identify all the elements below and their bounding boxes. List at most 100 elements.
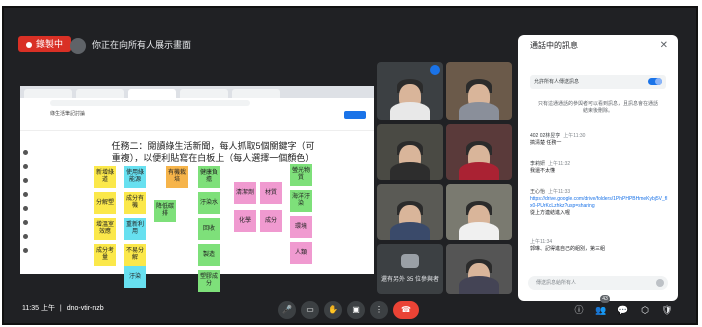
- message-text: 搞清楚 任務一: [530, 140, 562, 146]
- browser-tabs: [20, 86, 374, 98]
- doc-toolbar: [20, 122, 374, 131]
- browser-tab[interactable]: [76, 89, 124, 98]
- close-icon[interactable]: ✕: [660, 41, 668, 51]
- sticky-note[interactable]: 人類: [290, 242, 312, 264]
- chat-message: 李莉妍 上午11:32 我還不太懂: [530, 161, 668, 175]
- sticky-note[interactable]: 汙染水: [198, 192, 220, 214]
- sticky-note[interactable]: 降低碳排: [154, 200, 176, 222]
- end-call-button[interactable]: ☎: [393, 301, 419, 319]
- sticky-note[interactable]: 螢光物質: [290, 164, 312, 186]
- mic-button[interactable]: 🎤: [278, 301, 296, 319]
- participant-tile[interactable]: [377, 184, 443, 240]
- speaking-icon: [430, 65, 440, 75]
- presenting-label: 你正在向所有人展示畫面: [92, 40, 192, 50]
- sender-name: 402 02林昱亨: [530, 133, 561, 139]
- recording-label: 錄製中: [36, 39, 64, 49]
- message-time: 上午11:34: [530, 239, 553, 245]
- meet-window: 錄製中 你正在向所有人展示畫面 綠生活筆記討論 任務二：閱讀綠生活新聞，每人抓取…: [2, 6, 698, 325]
- laser-icon[interactable]: [23, 248, 28, 253]
- browser-tab[interactable]: [128, 89, 176, 98]
- sticky-note[interactable]: 重新利用: [124, 218, 146, 240]
- meeting-code: dno-vtir-nzb: [66, 305, 104, 312]
- sticky-note[interactable]: 健康負擔: [198, 166, 220, 188]
- more-participants-tile[interactable]: 還有另外 35 位參與者: [377, 244, 443, 294]
- sticky-note[interactable]: 材質: [260, 182, 282, 204]
- sticky-note[interactable]: 製造: [198, 244, 220, 266]
- participant-body: [459, 222, 499, 240]
- present-icon: ▣: [352, 305, 360, 314]
- participant-body: [390, 222, 430, 240]
- browser-tab[interactable]: [232, 89, 280, 98]
- people-button[interactable]: 👥: [594, 303, 608, 317]
- sticky-note-icon[interactable]: [23, 192, 28, 197]
- task-heading: 任務二：閱讀綠生活新聞，每人抓取5個關鍵字（可重複），以便利貼寫在白板上（每人選…: [111, 141, 315, 163]
- participant-tile[interactable]: [446, 184, 512, 240]
- message-time: 上午11:33: [548, 189, 571, 195]
- more-options-button[interactable]: ⋮: [370, 301, 388, 319]
- browser-tab[interactable]: [180, 89, 228, 98]
- host-controls-button[interactable]: 🛡: [660, 303, 674, 317]
- image-icon[interactable]: [23, 206, 28, 211]
- camera-button[interactable]: ▭: [301, 301, 319, 319]
- url-field[interactable]: [50, 100, 250, 106]
- sticky-note[interactable]: 分解塑: [94, 192, 116, 214]
- pen-icon[interactable]: [23, 150, 28, 155]
- sticky-note[interactable]: 新增綠道: [94, 166, 116, 188]
- sticky-note[interactable]: 增溫室效應: [94, 218, 116, 240]
- recording-badge[interactable]: 錄製中: [18, 36, 72, 52]
- message-link[interactable]: https://drive.google.com/drive/folders/1…: [530, 196, 668, 209]
- participant-body: [390, 102, 430, 120]
- sticky-note[interactable]: 環境: [290, 216, 312, 238]
- meeting-time: 11:35 上午: [22, 305, 55, 312]
- participant-tile[interactable]: [377, 124, 443, 180]
- presenting-banner: 你正在向所有人展示畫面: [70, 36, 191, 54]
- sticky-note[interactable]: 使用綠能源: [124, 166, 146, 188]
- participant-tile[interactable]: [446, 124, 512, 180]
- send-icon[interactable]: [656, 279, 664, 287]
- people-count-badge: 43: [600, 295, 610, 303]
- avatar: [70, 37, 86, 54]
- sticky-note[interactable]: 回收: [198, 218, 220, 240]
- text-icon[interactable]: [23, 234, 28, 239]
- participant-tile[interactable]: [446, 244, 512, 294]
- chat-input[interactable]: 傳送訊息給所有人: [528, 276, 668, 290]
- shared-screen: 綠生活筆記討論 任務二：閱讀綠生活新聞，每人抓取5個關鍵字（可重複），以便利貼寫…: [20, 86, 374, 292]
- chat-message: 402 02林昱亨 上午11:30 搞清楚 任務一: [530, 133, 668, 147]
- sticky-note[interactable]: 清潔劑: [234, 182, 256, 204]
- chat-panel: 通話中的訊息 ✕ 允許所有人傳送訊息 只有這通通話的參與者可以看到訊息，且訊息會…: [518, 35, 678, 301]
- mic-icon: 🎤: [282, 305, 292, 314]
- whiteboard-tools: [22, 150, 30, 260]
- select-icon[interactable]: [23, 178, 28, 183]
- message-text: 我還不太懂: [530, 168, 556, 174]
- eraser-icon[interactable]: [23, 164, 28, 169]
- chat-message: 王心怡 上午11:33 https://drive.google.com/driv…: [530, 189, 668, 217]
- chat-notice: 只有這通通話的參與者可以看到訊息，且訊息會在通話結束後刪除。: [538, 101, 659, 114]
- sticky-note[interactable]: 海洋汙染: [290, 190, 312, 212]
- activities-button[interactable]: ⬡: [638, 303, 652, 317]
- sticky-note[interactable]: 有機栽培: [166, 166, 188, 188]
- participant-tile[interactable]: [377, 62, 443, 120]
- chat-message: 上午11:34 郭琳、記得進自己的組別，第三組: [530, 239, 668, 253]
- chat-input-placeholder: 傳送訊息給所有人: [536, 280, 577, 286]
- sticky-note[interactable]: 塑膠成分: [198, 270, 220, 292]
- sticky-note[interactable]: 成分有機: [124, 192, 146, 214]
- present-button[interactable]: ▣: [347, 301, 365, 319]
- people-icon: 👥: [595, 305, 607, 315]
- raise-hand-button[interactable]: ✋: [324, 301, 342, 319]
- chat-title: 通話中的訊息: [530, 41, 578, 50]
- shape-icon[interactable]: [23, 220, 28, 225]
- sticky-note[interactable]: 不易分解: [124, 244, 146, 266]
- sticky-note[interactable]: 汙染: [124, 266, 146, 288]
- sticky-note[interactable]: 化學: [234, 210, 256, 232]
- chat-button[interactable]: 💬: [616, 303, 630, 317]
- meeting-info-button[interactable]: ⓘ: [572, 303, 586, 317]
- allow-messages-toggle[interactable]: [648, 78, 662, 85]
- message-time: 上午11:30: [563, 133, 586, 139]
- participant-tile[interactable]: [446, 62, 512, 120]
- share-button[interactable]: [344, 111, 366, 119]
- sticky-note[interactable]: 成分考量: [94, 244, 116, 266]
- sender-name: 李莉妍: [530, 161, 546, 167]
- sticky-note[interactable]: 成分: [260, 210, 282, 232]
- browser-tab[interactable]: [24, 89, 72, 98]
- participant-body: [459, 102, 499, 120]
